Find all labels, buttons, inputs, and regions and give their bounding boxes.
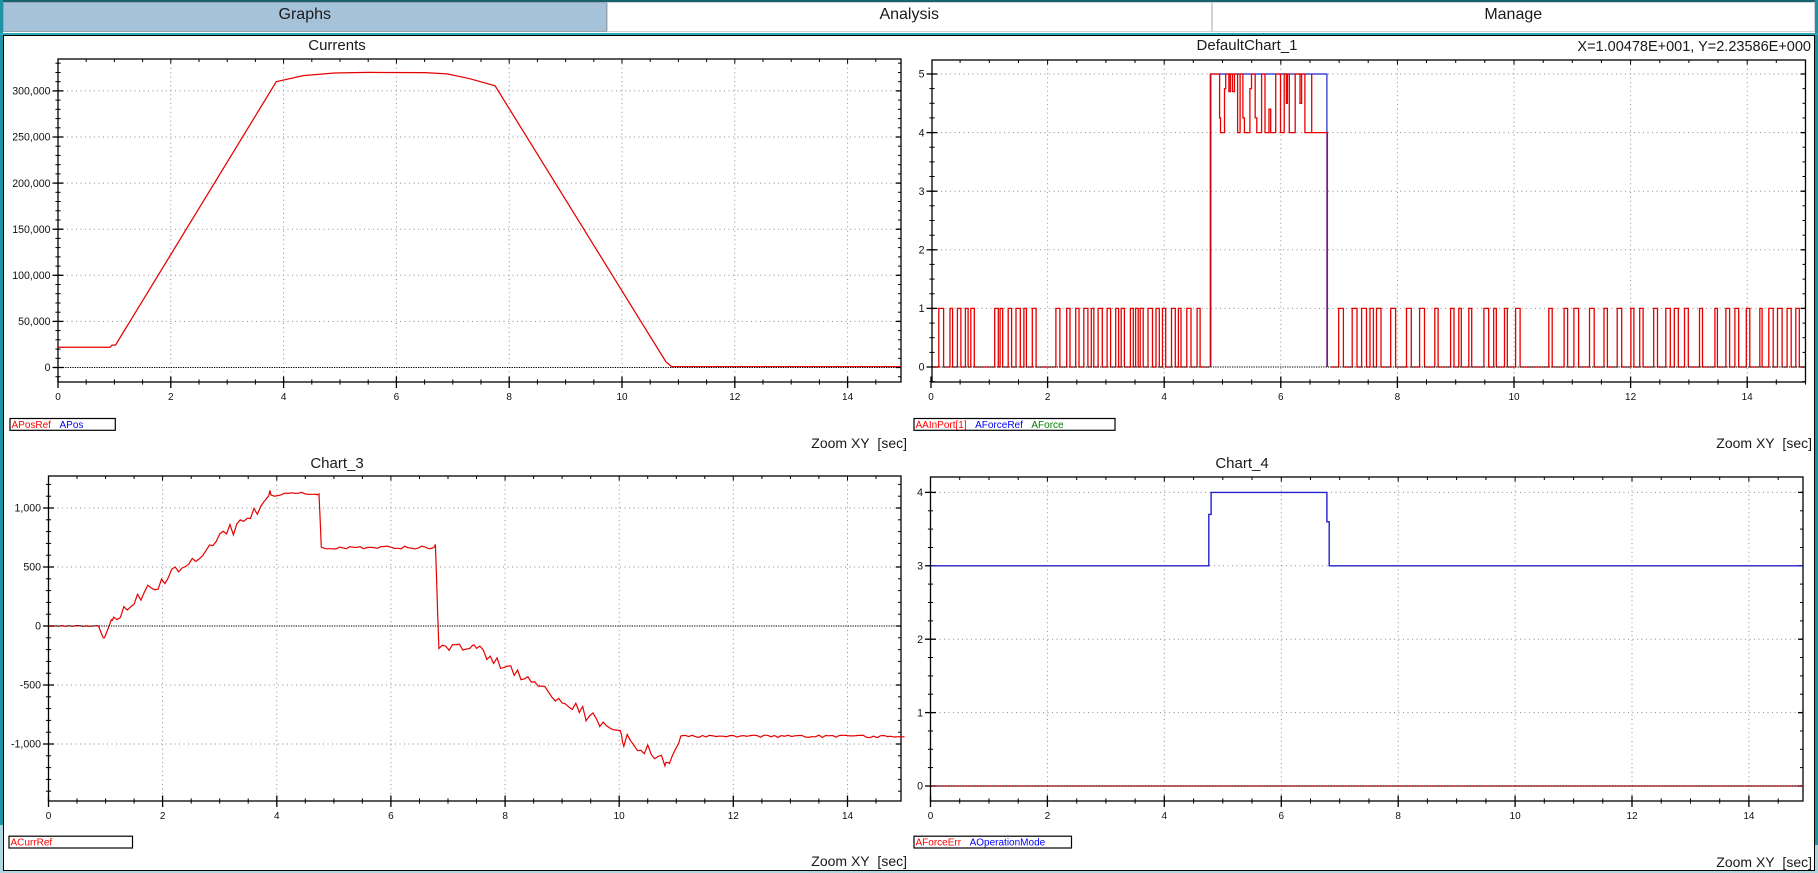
svg-text:3: 3	[919, 186, 925, 198]
svg-text:4: 4	[1161, 392, 1167, 403]
svg-text:12: 12	[1626, 811, 1638, 822]
svg-text:10: 10	[614, 811, 626, 822]
svg-text:0: 0	[928, 811, 934, 822]
svg-text:AForceErr: AForceErr	[916, 838, 962, 849]
svg-text:6: 6	[394, 392, 400, 403]
svg-text:X=1.00478E+001, Y=2.23586E+000: X=1.00478E+001, Y=2.23586E+000	[1577, 39, 1811, 55]
svg-text:0: 0	[919, 362, 925, 374]
svg-text:3: 3	[917, 561, 923, 573]
svg-text:8: 8	[502, 811, 508, 822]
svg-text:AForceRef: AForceRef	[975, 420, 1023, 431]
svg-text:14: 14	[842, 811, 854, 822]
svg-text:ACurrRef: ACurrRef	[11, 838, 53, 849]
svg-text:4: 4	[919, 127, 925, 139]
svg-text:10: 10	[616, 392, 628, 403]
svg-text:DefaultChart_1: DefaultChart_1	[1197, 37, 1298, 54]
svg-text:14: 14	[1742, 392, 1754, 403]
svg-text:4: 4	[917, 487, 923, 499]
svg-text:12: 12	[729, 392, 741, 403]
svg-text:12: 12	[1625, 392, 1637, 403]
svg-text:0: 0	[45, 362, 51, 374]
svg-text:Currents: Currents	[308, 37, 366, 54]
svg-text:500: 500	[23, 562, 41, 574]
svg-text:-1,000: -1,000	[11, 739, 41, 751]
svg-text:0: 0	[35, 621, 41, 633]
svg-text:12: 12	[728, 811, 740, 822]
svg-text:6: 6	[388, 811, 394, 822]
svg-text:0: 0	[928, 392, 934, 403]
svg-text:10: 10	[1510, 811, 1522, 822]
svg-text:2: 2	[1045, 811, 1051, 822]
svg-text:14: 14	[1743, 811, 1755, 822]
svg-text:0: 0	[46, 811, 52, 822]
svg-text:0: 0	[55, 392, 61, 403]
svg-text:AForce: AForce	[1031, 420, 1064, 431]
svg-text:250,000: 250,000	[12, 132, 50, 144]
svg-text:2: 2	[917, 634, 923, 646]
svg-text:APosRef: APosRef	[12, 420, 52, 431]
svg-text:2: 2	[168, 392, 174, 403]
svg-text:6: 6	[1279, 811, 1285, 822]
svg-text:50,000: 50,000	[18, 316, 51, 328]
svg-text:Zoom XY [sec]: Zoom XY [sec]	[1716, 854, 1812, 870]
svg-text:Zoom XY [sec]: Zoom XY [sec]	[811, 853, 907, 869]
svg-text:8: 8	[1395, 392, 1401, 403]
svg-text:300,000: 300,000	[12, 86, 50, 98]
svg-text:150,000: 150,000	[12, 224, 50, 236]
svg-text:4: 4	[274, 811, 280, 822]
svg-text:AOperationMode: AOperationMode	[970, 838, 1046, 849]
svg-text:APos: APos	[60, 420, 84, 431]
svg-text:AAInPort[1]: AAInPort[1]	[916, 420, 967, 431]
svg-text:14: 14	[842, 392, 854, 403]
svg-text:2: 2	[919, 245, 925, 257]
svg-text:10: 10	[1508, 392, 1520, 403]
svg-text:100,000: 100,000	[12, 270, 50, 282]
svg-text:1: 1	[917, 707, 923, 719]
svg-text:5: 5	[919, 69, 925, 81]
svg-text:6: 6	[1278, 392, 1284, 403]
svg-text:Chart_4: Chart_4	[1215, 455, 1268, 472]
svg-text:2: 2	[160, 811, 166, 822]
svg-text:4: 4	[281, 392, 287, 403]
svg-text:-500: -500	[20, 680, 41, 692]
svg-text:Zoom XY [sec]: Zoom XY [sec]	[811, 435, 907, 451]
svg-text:0: 0	[917, 781, 923, 793]
svg-text:8: 8	[506, 392, 512, 403]
svg-text:Zoom XY [sec]: Zoom XY [sec]	[1716, 435, 1812, 451]
svg-text:200,000: 200,000	[12, 178, 50, 190]
svg-text:Chart_3: Chart_3	[310, 455, 363, 472]
svg-text:4: 4	[1162, 811, 1168, 822]
svg-text:1: 1	[919, 303, 925, 315]
svg-text:8: 8	[1395, 811, 1401, 822]
svg-text:2: 2	[1045, 392, 1051, 403]
svg-text:1,000: 1,000	[14, 503, 41, 515]
